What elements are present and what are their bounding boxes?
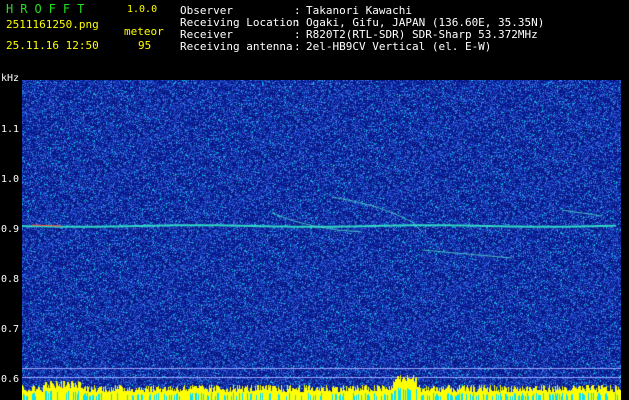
spectrogram-plot xyxy=(22,80,621,400)
y-tick-label: 1.0 xyxy=(1,174,20,185)
file-timestamp: 25.11.16 12:50 xyxy=(6,39,99,52)
meteor-count: 95 xyxy=(138,39,152,52)
antenna-value: 2el-HB9CV Vertical (el. E-W) xyxy=(306,40,492,53)
y-tick-label: 1.1 xyxy=(1,124,20,135)
antenna-colon: : xyxy=(294,40,301,53)
file-name: 2511161250.png xyxy=(6,18,99,31)
y-tick-label: 0.9 xyxy=(1,224,20,235)
app-title: HROFFT xyxy=(6,2,92,16)
y-axis-unit: kHz xyxy=(1,73,20,84)
y-tick-label: 0.6 xyxy=(1,374,20,385)
y-tick-label: 0.8 xyxy=(1,274,20,285)
meteor-label: meteor xyxy=(124,25,164,38)
header-panel: HROFFT 1.0.0 2511161250.png 25.11.16 12:… xyxy=(0,0,629,80)
antenna-label: Receiving antenna xyxy=(180,40,293,53)
spectrogram-canvas xyxy=(22,80,621,400)
y-tick-label: 0.7 xyxy=(1,324,20,335)
app-version: 1.0.0 xyxy=(127,4,158,15)
